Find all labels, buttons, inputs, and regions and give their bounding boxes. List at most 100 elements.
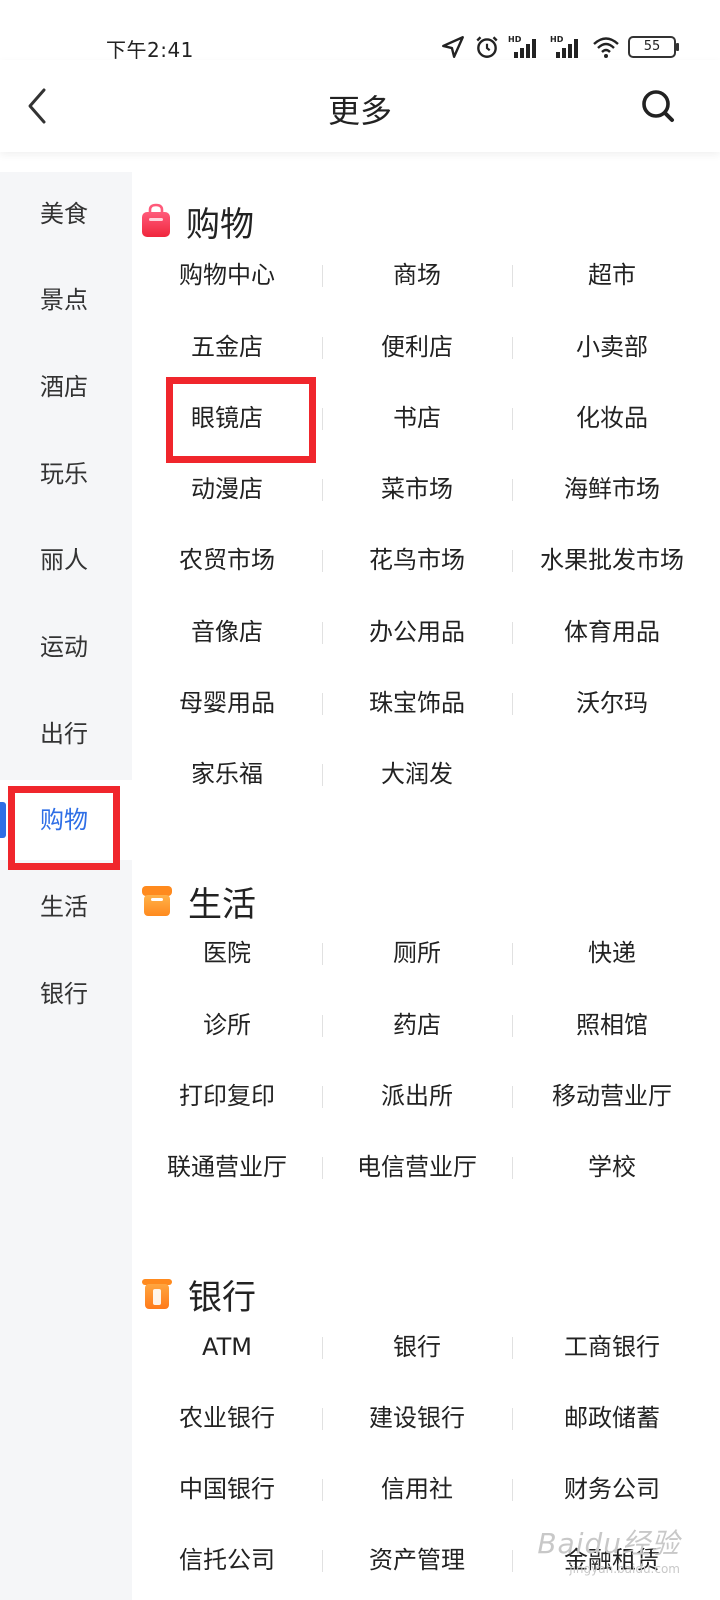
category-item[interactable]: 医院: [132, 917, 322, 989]
category-item[interactable]: 诊所: [132, 989, 322, 1061]
bank-card-icon: [142, 1279, 172, 1309]
location-icon: [442, 36, 464, 58]
sidebar-item-food[interactable]: 美食: [0, 174, 132, 254]
sidebar-item-hotel[interactable]: 酒店: [0, 347, 132, 427]
category-item[interactable]: 菜市场: [322, 453, 512, 525]
category-item[interactable]: 中国银行: [132, 1453, 322, 1525]
category-item[interactable]: 大润发: [322, 738, 512, 810]
sidebar-item-sports[interactable]: 运动: [0, 607, 132, 687]
sidebar-item-label: 丽人: [40, 546, 88, 574]
sidebar-item-bank[interactable]: 银行: [0, 954, 132, 1034]
category-item[interactable]: 超市: [512, 239, 712, 311]
category-row: 家乐福 大润发: [132, 738, 720, 810]
category-item[interactable]: 农业银行: [132, 1382, 322, 1454]
svg-text:HD: HD: [550, 35, 564, 44]
category-item-glasses-store[interactable]: 眼镜店: [132, 382, 322, 454]
category-row: 购物中心 商场 超市: [132, 239, 720, 311]
category-item[interactable]: 快递: [512, 917, 712, 989]
category-row: 音像店 办公用品 体育用品: [132, 596, 720, 668]
category-item[interactable]: 照相馆: [512, 989, 712, 1061]
category-item[interactable]: 信用社: [322, 1453, 512, 1525]
category-row: 中国银行 信用社 财务公司: [132, 1453, 720, 1525]
status-icons: HD HD 55: [440, 32, 679, 62]
svg-text:HD: HD: [508, 35, 522, 44]
category-item[interactable]: 化妆品: [512, 382, 712, 454]
category-item[interactable]: 购物中心: [132, 239, 322, 311]
watermark-text: Baidu经验: [537, 1527, 680, 1560]
category-sidebar: 美食 景点 酒店 玩乐 丽人 运动 出行 购物 生活 银行: [0, 172, 132, 1600]
category-row: 眼镜店 书店 化妆品: [132, 382, 720, 454]
category-item[interactable]: 花鸟市场: [322, 524, 512, 596]
category-item[interactable]: 药店: [322, 989, 512, 1061]
category-item[interactable]: 珠宝饰品: [322, 667, 512, 739]
category-item[interactable]: 邮政储蓄: [512, 1382, 712, 1454]
sidebar-item-life[interactable]: 生活: [0, 867, 132, 947]
sidebar-item-beauty[interactable]: 丽人: [0, 520, 132, 600]
category-row: 动漫店 菜市场 海鲜市场: [132, 453, 720, 525]
category-item[interactable]: 动漫店: [132, 453, 322, 525]
category-row: 农业银行 建设银行 邮政储蓄: [132, 1382, 720, 1454]
category-item[interactable]: 沃尔玛: [512, 667, 712, 739]
category-item[interactable]: 工商银行: [512, 1311, 712, 1383]
shopping-bag-icon: [142, 203, 170, 237]
category-item[interactable]: 办公用品: [322, 596, 512, 668]
watermark-sub: jingyan.baidu.com: [569, 1562, 680, 1576]
category-item[interactable]: 学校: [512, 1131, 712, 1203]
sidebar-item-label: 运动: [40, 633, 88, 661]
search-icon: [642, 90, 674, 122]
sidebar-item-travel[interactable]: 出行: [0, 694, 132, 774]
category-item[interactable]: ATM: [132, 1311, 322, 1383]
category-item[interactable]: 音像店: [132, 596, 322, 668]
battery-icon: 55: [628, 36, 679, 58]
category-row: 母婴用品 珠宝饰品 沃尔玛: [132, 667, 720, 739]
category-item[interactable]: 派出所: [322, 1060, 512, 1132]
category-item[interactable]: 银行: [322, 1311, 512, 1383]
sidebar-item-label: 酒店: [40, 373, 88, 401]
category-item[interactable]: 商场: [322, 239, 512, 311]
signal-hd-icon: HD: [508, 35, 536, 58]
sidebar-item-label: 银行: [40, 980, 88, 1008]
category-item[interactable]: 便利店: [322, 311, 512, 383]
active-indicator: [0, 802, 6, 838]
sidebar-item-label: 美食: [40, 200, 88, 228]
category-item[interactable]: 五金店: [132, 311, 322, 383]
page-title: 更多: [327, 92, 392, 130]
category-item[interactable]: 建设银行: [322, 1382, 512, 1454]
category-row: 诊所 药店 照相馆: [132, 989, 720, 1061]
alarm-icon: [476, 36, 498, 58]
search-button[interactable]: [638, 86, 678, 126]
shop-icon: [142, 886, 172, 916]
header: 更多: [0, 60, 720, 152]
sidebar-item-label: 购物: [40, 806, 88, 834]
sidebar-item-shopping[interactable]: 购物: [0, 780, 132, 860]
category-item[interactable]: 书店: [322, 382, 512, 454]
category-item[interactable]: 水果批发市场: [512, 524, 712, 596]
category-item[interactable]: 移动营业厅: [512, 1060, 712, 1132]
sidebar-item-attractions[interactable]: 景点: [0, 260, 132, 340]
category-row: 五金店 便利店 小卖部: [132, 311, 720, 383]
category-item[interactable]: 电信营业厅: [322, 1131, 512, 1203]
category-item[interactable]: 母婴用品: [132, 667, 322, 739]
category-row: ATM 银行 工商银行: [132, 1311, 720, 1383]
category-row: 联通营业厅 电信营业厅 学校: [132, 1131, 720, 1203]
sidebar-item-entertainment[interactable]: 玩乐: [0, 434, 132, 514]
category-item[interactable]: 财务公司: [512, 1453, 712, 1525]
category-item[interactable]: 打印复印: [132, 1060, 322, 1132]
category-item[interactable]: 信托公司: [132, 1524, 322, 1596]
category-item[interactable]: 厕所: [322, 917, 512, 989]
category-item[interactable]: 农贸市场: [132, 524, 322, 596]
category-item[interactable]: 小卖部: [512, 311, 712, 383]
sidebar-item-label: 出行: [40, 720, 88, 748]
wifi-icon: [593, 37, 619, 58]
category-row: 打印复印 派出所 移动营业厅: [132, 1060, 720, 1132]
sidebar-item-label: 玩乐: [40, 460, 88, 488]
category-item[interactable]: 体育用品: [512, 596, 712, 668]
category-item[interactable]: 家乐福: [132, 738, 322, 810]
sidebar-item-label: 景点: [40, 286, 88, 314]
sidebar-item-label: 生活: [40, 893, 88, 921]
category-item[interactable]: 资产管理: [322, 1524, 512, 1596]
category-row: 农贸市场 花鸟市场 水果批发市场: [132, 524, 720, 596]
category-item[interactable]: 海鲜市场: [512, 453, 712, 525]
category-row: 医院 厕所 快递: [132, 917, 720, 989]
category-item[interactable]: 联通营业厅: [132, 1131, 322, 1203]
